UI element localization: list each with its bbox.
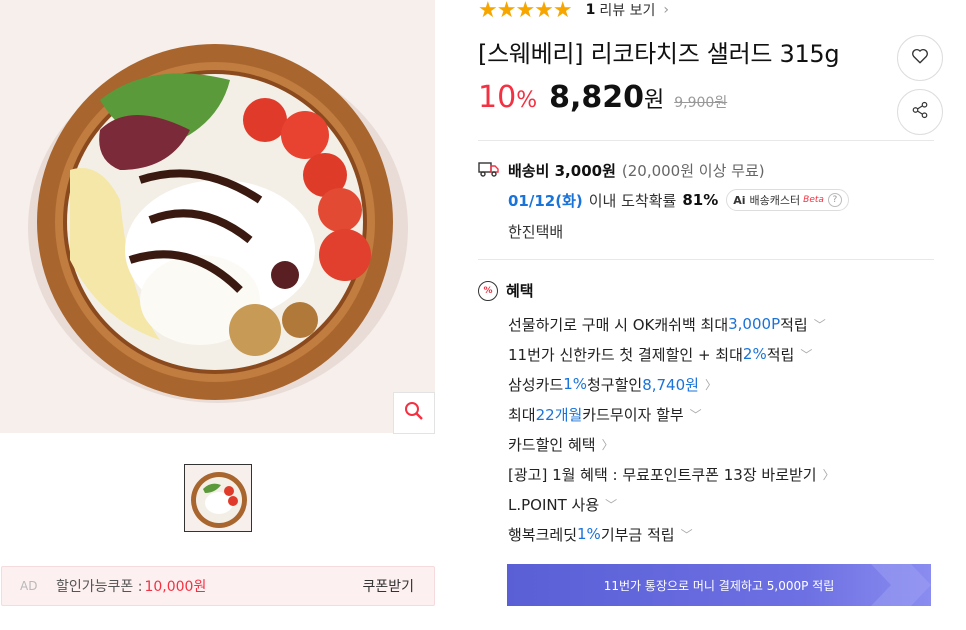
payment-promo-banner[interactable]: 11번가 통장으로 머니 결제하고 5,000P 적립 (507, 564, 931, 606)
sale-price: 8,820 (549, 80, 644, 115)
benefit-text: 행복크레딧 (508, 525, 578, 544)
divider (478, 259, 934, 260)
help-icon[interactable]: ? (827, 193, 842, 207)
benefit-item[interactable]: [광고] 1월 혜택 : 무료포인트쿠폰 13장 바로받기 〉 (508, 459, 835, 489)
ai-caster-label: 배송캐스터 (749, 194, 801, 207)
benefit-item[interactable]: 카드할인 혜택 〉 (508, 429, 835, 459)
zoom-button[interactable] (393, 392, 435, 434)
benefit-text: 청구할인 (587, 375, 643, 394)
benefit-item[interactable]: 11번가 신한카드 첫 결제할인 + 최대 2% 적립 ﹀ (508, 339, 835, 369)
price-unit: 원 (644, 88, 665, 113)
chevron-right-icon: 〉 (601, 437, 614, 452)
delivery-text: 이내 도착확률 (588, 191, 677, 210)
ad-label: AD (20, 579, 38, 593)
benefit-text: 삼성카드 (508, 375, 564, 394)
benefit-item[interactable]: L.POINT 사용 ﹀ (508, 489, 835, 519)
chevron-down-icon: ﹀ (800, 347, 813, 362)
benefit-text: L.POINT 사용 (508, 495, 600, 514)
coupon-amount: 10,000원 (144, 579, 207, 595)
chevron-right-icon: › (663, 2, 669, 18)
benefit-highlight: 1% (577, 525, 601, 543)
benefits-title: 혜택 (506, 282, 534, 300)
delivery-date: 01/12(화) (508, 191, 583, 210)
product-title: [스웨베리] 리코타치즈 샐러드 315g (478, 40, 840, 68)
ai-label: Ai (733, 193, 746, 207)
benefit-text: 적립 (780, 315, 808, 334)
share-button[interactable] (897, 89, 943, 135)
benefit-text: 적립 (766, 345, 795, 364)
benefit-item[interactable]: 행복크레딧 1% 기부금 적립 ﹀ (508, 519, 835, 549)
truck-icon (478, 161, 500, 181)
chevron-down-icon: ﹀ (680, 527, 693, 542)
promo-banner-text: 11번가 통장으로 머니 결제하고 5,000P 적립 (603, 578, 835, 593)
price-row: 10 % 8,820 원 9,900원 (478, 80, 727, 115)
benefit-item[interactable]: 선물하기로 구매 시 OK캐쉬백 최대 3,000P 적립 ﹀ (508, 309, 835, 339)
product-main-image (0, 0, 435, 433)
search-icon (404, 401, 424, 425)
chevron-down-icon: ﹀ (813, 317, 826, 332)
carrier-name: 한진택배 (508, 223, 564, 241)
arrow-decoration (871, 564, 931, 606)
beta-label: Beta (803, 195, 824, 205)
benefit-text: 기부금 적립 (600, 525, 675, 544)
benefit-text: 카드무이자 할부 (582, 405, 684, 424)
heart-icon (911, 47, 929, 69)
divider (478, 140, 934, 141)
benefit-highlight: 22개월 (535, 405, 583, 424)
shipping-fee: 배송비 3,000원 (508, 162, 616, 180)
benefit-text: 카드할인 혜택 (508, 435, 596, 454)
shipping-condition: (20,000원 이상 무료) (621, 162, 765, 180)
benefit-highlight: 3,000P (728, 315, 781, 333)
star-rating: ★★★★★ (478, 0, 573, 23)
delivery-probability: 81% (682, 191, 719, 209)
discount-unit: % (516, 88, 538, 113)
like-button[interactable] (897, 35, 943, 81)
benefit-item[interactable]: 최대 22개월 카드무이자 할부 ﹀ (508, 399, 835, 429)
benefit-text: 최대 (508, 405, 536, 424)
review-count: 1 (585, 2, 596, 18)
benefits-heading: % 혜택 (478, 280, 534, 301)
shipping-fee-row: 배송비 3,000원 (20,000원 이상 무료) (478, 160, 765, 181)
discount-rate: 10 (478, 80, 517, 115)
delivery-estimate-row: 01/12(화) 이내 도착확률 81% Ai 배송캐스터 Beta ? (508, 189, 849, 211)
benefit-item[interactable]: 삼성카드 1% 청구할인 8,740원 〉 (508, 369, 835, 399)
review-link[interactable]: 리뷰 보기 (599, 0, 655, 20)
chevron-down-icon: ﹀ (689, 407, 702, 422)
benefit-text: 선물하기로 구매 시 OK캐쉬백 최대 (508, 315, 729, 334)
chevron-right-icon: 〉 (704, 377, 717, 392)
coupon-bar[interactable]: AD 할인가능쿠폰 : 10,000원 쿠폰받기 (1, 566, 435, 606)
benefit-highlight: 2% (742, 345, 767, 363)
chevron-right-icon: 〉 (822, 467, 835, 482)
benefit-highlight: 8,740원 (642, 375, 699, 394)
chevron-down-icon: ﹀ (605, 497, 618, 512)
original-price: 9,900원 (674, 95, 728, 111)
benefit-highlight: 1% (563, 375, 587, 393)
benefits-list: 선물하기로 구매 시 OK캐쉬백 최대 3,000P 적립 ﹀ 11번가 신한카드… (508, 309, 835, 549)
share-icon (911, 101, 929, 123)
coupon-label: 할인가능쿠폰 : (56, 579, 143, 595)
rating-row: ★★★★★ 1 리뷰 보기 › (478, 0, 669, 23)
product-thumbnail[interactable] (184, 464, 252, 532)
percent-icon: % (478, 280, 498, 301)
benefit-text: 11번가 신한카드 첫 결제할인 + 최대 (508, 345, 743, 364)
benefit-text: [광고] 1월 혜택 : 무료포인트쿠폰 13장 바로받기 (508, 465, 817, 484)
coupon-receive-button[interactable]: 쿠폰받기 (362, 576, 414, 596)
ai-delivery-caster-badge[interactable]: Ai 배송캐스터 Beta ? (726, 189, 849, 211)
